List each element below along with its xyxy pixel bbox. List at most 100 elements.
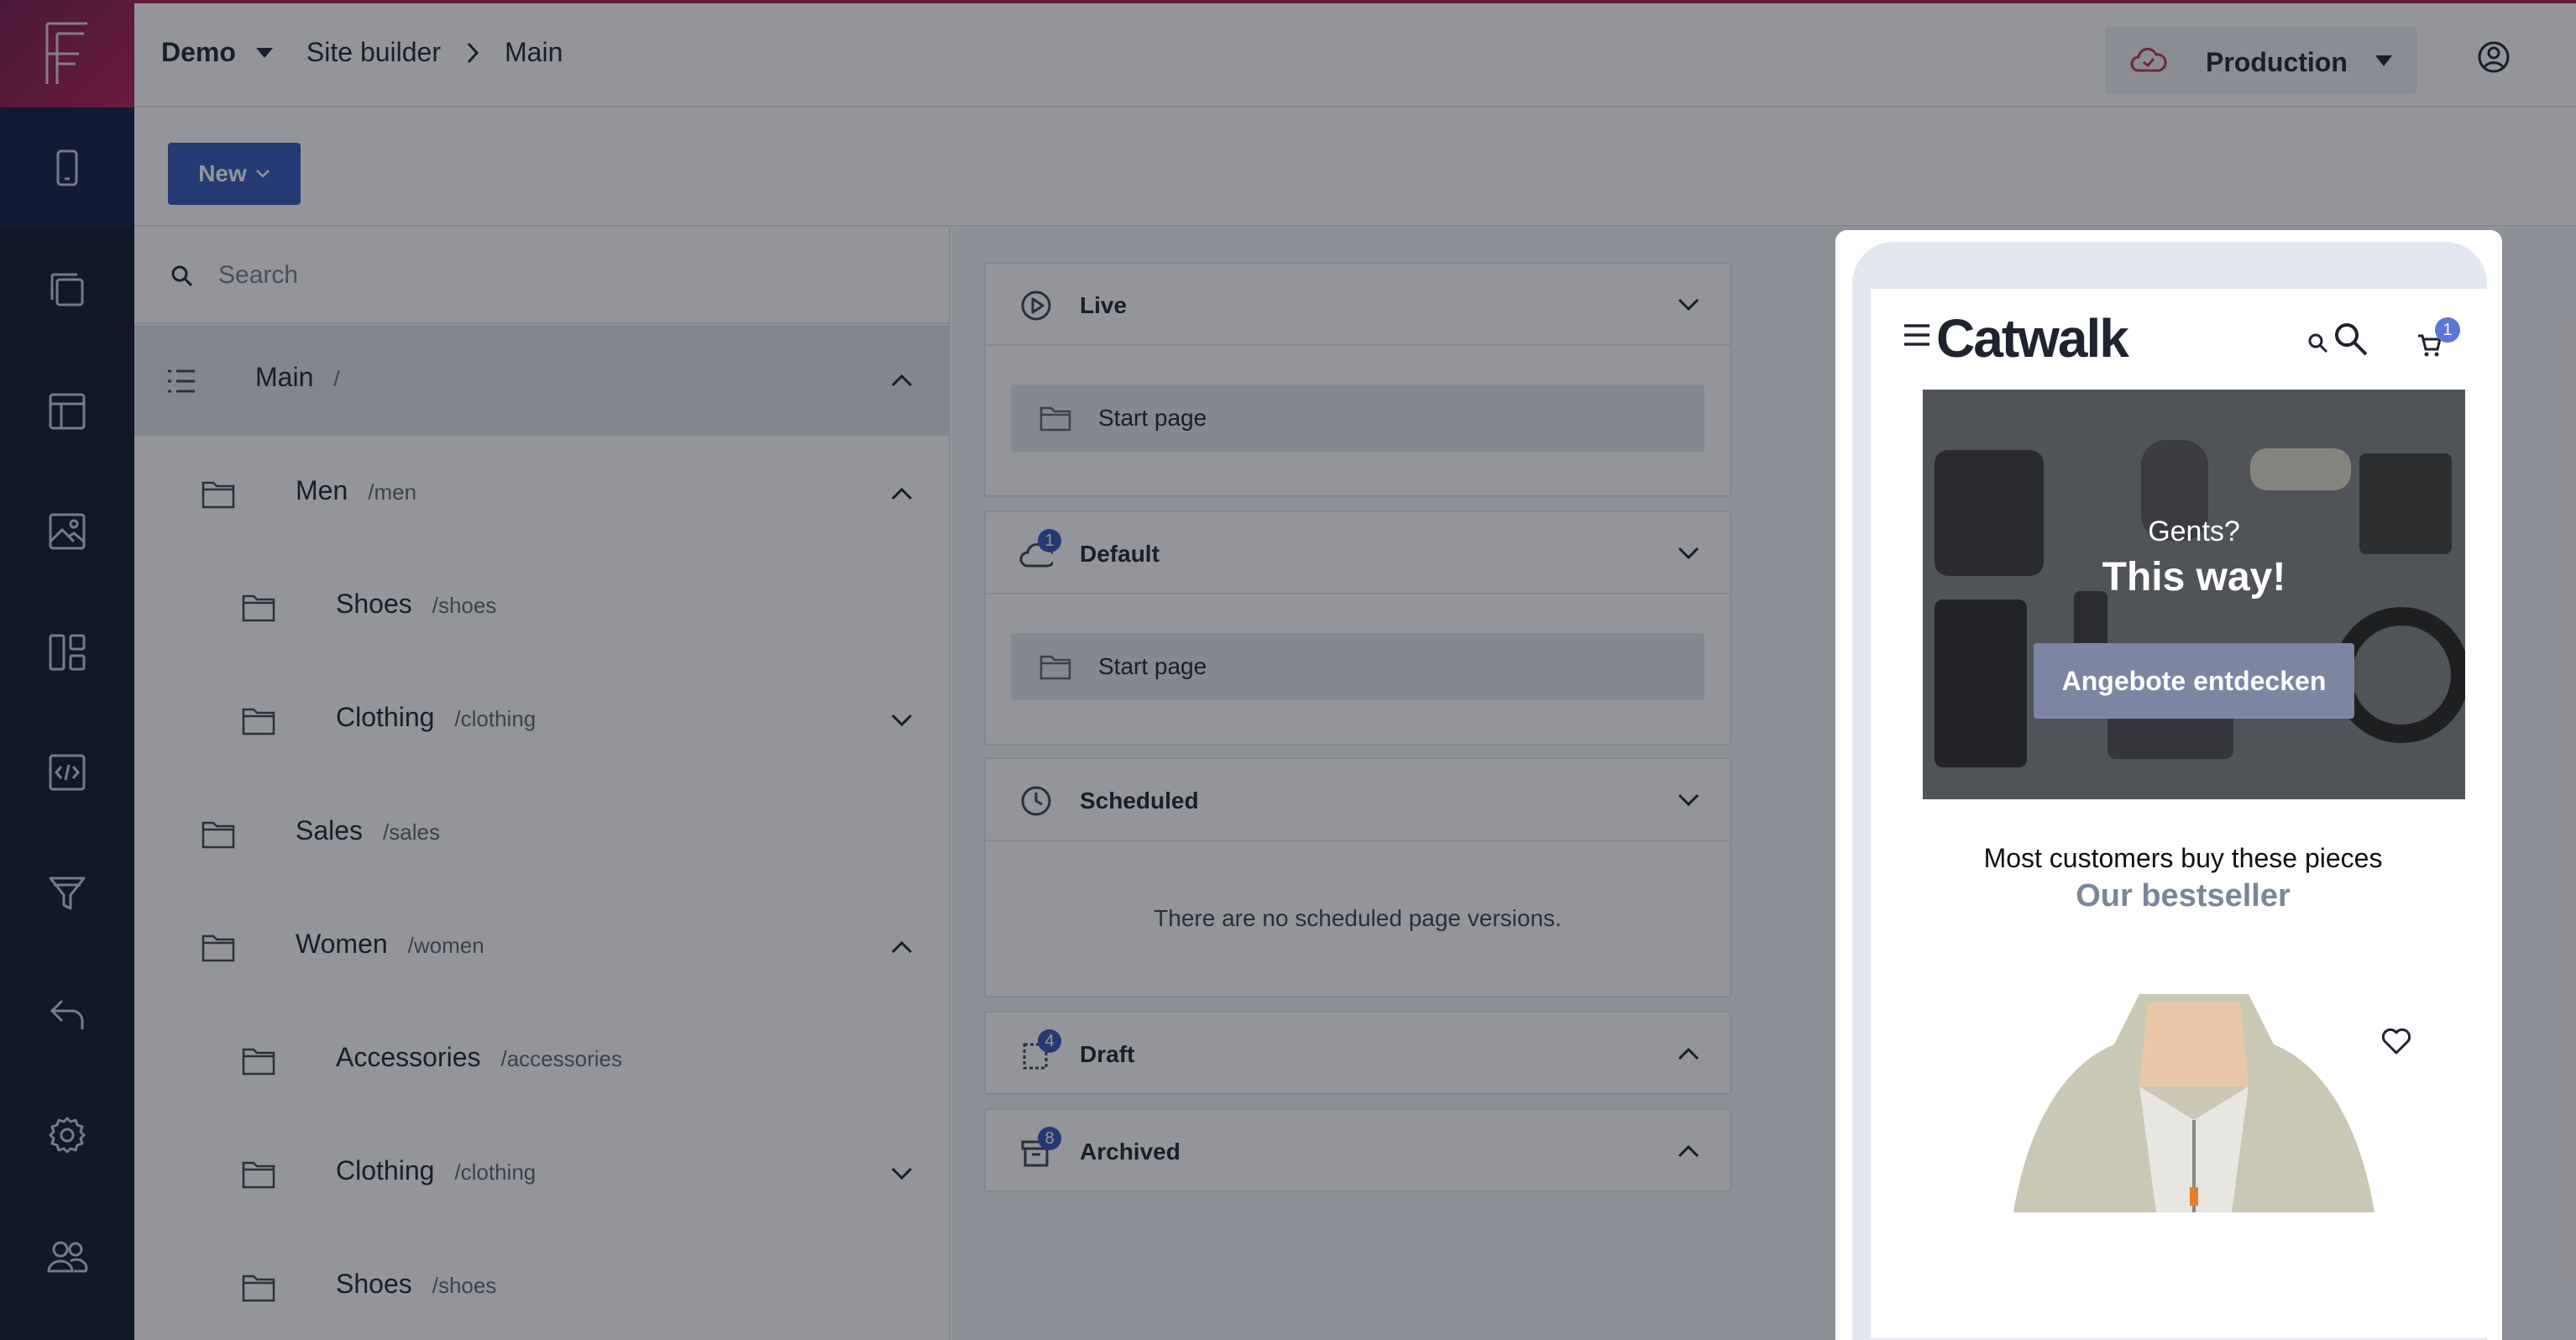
- live-start-page[interactable]: Start page: [1011, 385, 1704, 452]
- chevron-right-icon: [467, 42, 479, 63]
- default-start-page[interactable]: Start page: [1011, 633, 1704, 700]
- nav-filter[interactable]: [0, 835, 134, 952]
- draft-section: 4 Draft: [984, 1011, 1731, 1095]
- project-selector[interactable]: Demo: [161, 37, 236, 68]
- folder-icon: [202, 934, 235, 962]
- chevron-down-icon[interactable]: [890, 712, 914, 729]
- list-icon: [168, 369, 195, 393]
- tree-item[interactable]: Shoes/shoes: [134, 1232, 949, 1340]
- default-count-badge: 1: [1038, 529, 1061, 552]
- nav-dashboard[interactable]: [0, 594, 134, 711]
- cloud-icon: [2130, 47, 2167, 72]
- tree-item[interactable]: Shoes/shoes: [134, 552, 949, 662]
- scheduled-section: Scheduled There are no scheduled page ve…: [984, 757, 1731, 997]
- toolbar: New: [134, 107, 2576, 227]
- archived-title: Archived: [1080, 1138, 1181, 1165]
- archived-section: 8 Archived: [984, 1108, 1731, 1192]
- folder-icon: [242, 594, 275, 622]
- draft-title: Draft: [1080, 1041, 1135, 1067]
- nav-layout[interactable]: [0, 353, 134, 470]
- search-input[interactable]: [218, 250, 907, 301]
- tree-item-path: /shoes: [432, 593, 497, 618]
- environment-label: Production: [2206, 47, 2348, 77]
- tree-item-label: Main /: [255, 362, 340, 392]
- hamburger-menu-icon[interactable]: [1903, 322, 1931, 348]
- caret-down-icon[interactable]: [255, 47, 273, 58]
- tree-item[interactable]: Women/women: [134, 892, 949, 1002]
- scheduled-header[interactable]: Scheduled: [986, 759, 1730, 841]
- search-icon[interactable]: [2307, 332, 2329, 354]
- chevron-up-icon: [1678, 1144, 1699, 1158]
- live-section: Live Start page: [984, 262, 1731, 497]
- tree-item-label: Clothing/clothing: [336, 1155, 537, 1186]
- tree-item[interactable]: Main /: [134, 325, 949, 436]
- tree-item[interactable]: Sales/sales: [134, 778, 949, 889]
- live-header[interactable]: Live: [986, 264, 1730, 346]
- settings-icon: [49, 1117, 86, 1154]
- environment-selector[interactable]: Production: [2105, 27, 2417, 94]
- chevron-up-icon[interactable]: [890, 372, 914, 389]
- tree-item-label: Men/men: [296, 475, 417, 505]
- phone-frame: Catwalk 1 Gents? This way! Angebote entd…: [1852, 242, 2495, 1340]
- chevron-down-icon[interactable]: [890, 1165, 914, 1182]
- layout-icon: [49, 393, 86, 430]
- draft-count-badge: 4: [1038, 1029, 1061, 1053]
- hero-banner: Gents? This way! Angebote entdecken: [1923, 390, 2465, 799]
- default-header[interactable]: 1 Default: [986, 512, 1730, 594]
- tree-item-path: /accessories: [500, 1046, 623, 1071]
- nav-undo[interactable]: [0, 955, 134, 1073]
- breadcrumb: Demo Site builder Main: [161, 37, 563, 68]
- tree-item[interactable]: Accessories/accessories: [134, 1005, 949, 1116]
- folder-icon: [1039, 655, 1071, 680]
- tree-item[interactable]: Clothing/clothing: [134, 1118, 949, 1229]
- search-bar: [134, 228, 949, 324]
- user-account-icon[interactable]: [2477, 40, 2511, 74]
- new-button-label: New: [198, 160, 247, 186]
- top-header: Demo Site builder Main Production: [134, 0, 2576, 107]
- search-icon[interactable]: [2333, 321, 2369, 358]
- tree-item-path: /sales: [383, 819, 440, 845]
- shop-logo[interactable]: Catwalk: [1936, 307, 2129, 369]
- chevron-down-icon: [1678, 793, 1699, 807]
- draft-header[interactable]: 4 Draft: [986, 1013, 1730, 1095]
- tree-item-path: /men: [368, 479, 417, 505]
- scheduled-title: Scheduled: [1080, 788, 1199, 814]
- chevron-up-icon[interactable]: [890, 939, 914, 955]
- chevron-up-icon: [1678, 1047, 1699, 1060]
- folder-icon: [242, 1161, 275, 1189]
- code-icon: [49, 754, 86, 791]
- heart-icon[interactable]: [2380, 1026, 2413, 1056]
- undo-icon: [50, 999, 84, 1029]
- chevron-up-icon[interactable]: [890, 485, 914, 502]
- nav-pages[interactable]: [0, 231, 134, 348]
- breadcrumb-main: Main: [505, 37, 563, 67]
- tree-item-label: Sales/sales: [296, 815, 440, 845]
- new-button[interactable]: New: [168, 143, 301, 205]
- default-section: 1 Default Start page: [984, 510, 1731, 746]
- tree-item-path: /shoes: [432, 1273, 497, 1298]
- breadcrumb-site-builder[interactable]: Site builder: [306, 37, 441, 68]
- tree-item[interactable]: Clothing/clothing: [134, 665, 949, 776]
- live-title: Live: [1080, 292, 1128, 318]
- folder-icon: [202, 481, 235, 509]
- tree-item-label: Accessories/accessories: [336, 1042, 623, 1072]
- caret-down-icon: [2375, 55, 2392, 66]
- chevron-down-icon: [1678, 298, 1699, 311]
- phone-screen: Catwalk 1 Gents? This way! Angebote entd…: [1871, 289, 2495, 1338]
- hero-cta-button[interactable]: Angebote entdecken: [2034, 643, 2354, 719]
- archived-header[interactable]: 8 Archived: [986, 1110, 1730, 1192]
- app-logo[interactable]: [0, 0, 134, 107]
- bestseller-title: Our bestseller: [2076, 878, 2291, 913]
- bestseller-intro: Most customers buy these pieces: [1983, 843, 2383, 873]
- product-image[interactable]: [1997, 994, 2391, 1212]
- nav-users[interactable]: [0, 1197, 134, 1315]
- nav-media[interactable]: [0, 473, 134, 590]
- tree-item[interactable]: Men/men: [134, 438, 949, 549]
- nav-code[interactable]: [0, 714, 134, 831]
- folder-icon: [242, 1275, 275, 1302]
- nav-settings[interactable]: [0, 1076, 134, 1194]
- chevron-down-icon: [1678, 547, 1699, 560]
- nav-mobile[interactable]: [0, 109, 134, 227]
- chevron-down-icon: [255, 170, 270, 178]
- play-circle-icon: [1021, 291, 1051, 321]
